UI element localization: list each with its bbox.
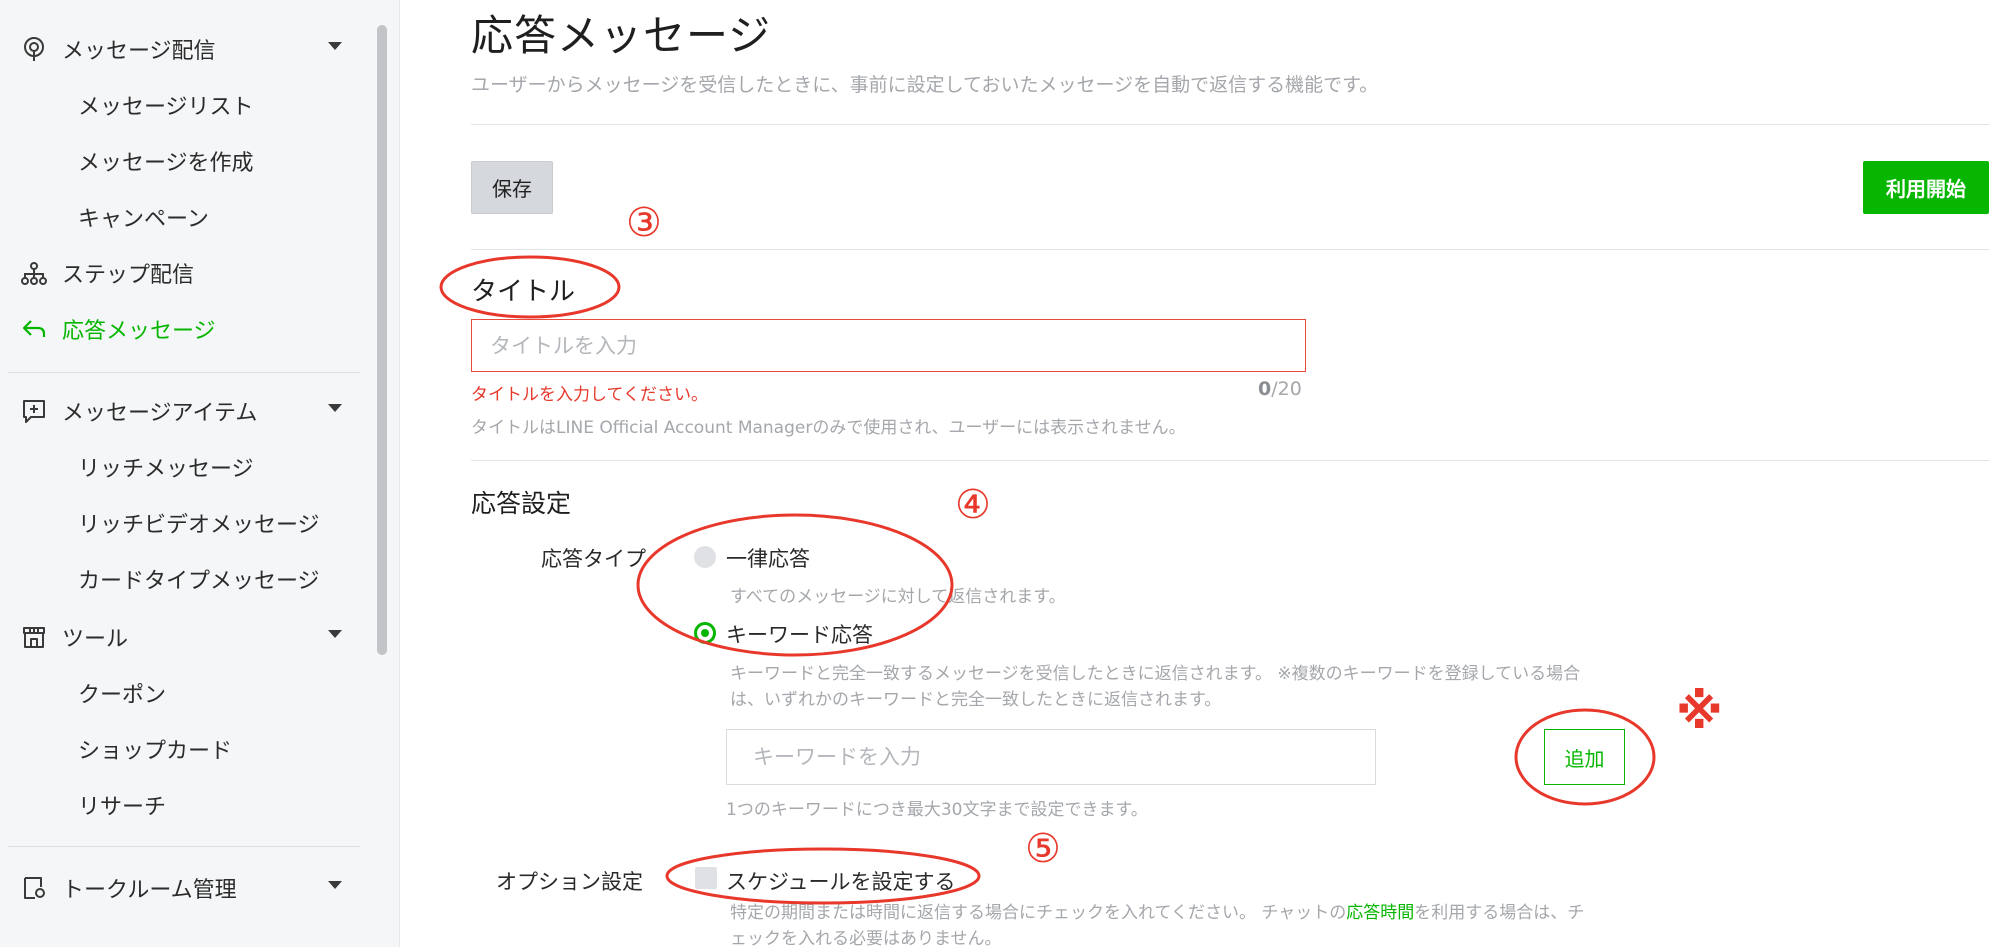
radio-all-reply[interactable] <box>694 546 716 568</box>
schedule-desc-text: を利用する場合は、チ <box>1414 903 1585 923</box>
sidebar-item-label: メッセージリスト <box>78 95 254 120</box>
sidebar-item-campaign[interactable]: キャンペーン <box>78 195 209 239</box>
sidebar-divider <box>8 372 360 373</box>
title-error: タイトルを入力してください。 <box>471 385 708 405</box>
annotation-note-mark: ※ <box>1676 684 1723 740</box>
sidebar-item-research[interactable]: リサーチ <box>78 783 166 827</box>
page-title: 応答メッセージ <box>471 11 772 60</box>
sidebar-item-label: 応答メッセージ <box>62 319 216 344</box>
sidebar-scrollbar[interactable] <box>377 25 387 655</box>
sidebar-item-rich-video[interactable]: リッチビデオメッセージ <box>78 501 320 545</box>
sidebar-item-tools[interactable]: ツール <box>20 615 342 659</box>
title-char-count: 0/20 <box>1258 378 1302 400</box>
count-max: /20 <box>1271 378 1302 400</box>
broadcast-icon <box>20 35 48 63</box>
sidebar-item-label: ステップ配信 <box>62 263 195 288</box>
title-hint: タイトルはLINE Official Account Managerのみで使用さ… <box>471 418 1186 438</box>
sidebar-item-label: メッセージを作成 <box>78 151 254 176</box>
schedule-checkbox[interactable] <box>695 867 717 889</box>
schedule-desc: 特定の期間または時間に返信する場合にチェックを入れてください。 チャットの応答時… <box>730 898 1584 923</box>
sidebar-item-shop-card[interactable]: ショップカード <box>78 727 232 771</box>
start-button[interactable]: 利用開始 <box>1863 161 1989 214</box>
reply-time-link[interactable]: 応答時間 <box>1346 903 1414 923</box>
sidebar-item-card-type[interactable]: カードタイプメッセージ <box>78 557 320 601</box>
chat-settings-icon <box>20 874 48 902</box>
title-input[interactable] <box>471 319 1306 372</box>
save-button[interactable]: 保存 <box>471 161 553 214</box>
sidebar-item-rich-message[interactable]: リッチメッセージ <box>78 445 254 489</box>
option-keyword-label[interactable]: キーワード応答 <box>726 619 873 649</box>
option-keyword-desc: は、いずれかのキーワードと完全一致したときに返信されます。 <box>730 690 1222 710</box>
add-keyword-button[interactable]: 追加 <box>1544 729 1625 785</box>
sidebar-item-label: キャンペーン <box>78 207 209 232</box>
page-description: ユーザーからメッセージを受信したときに、事前に設定しておいたメッセージを自動で返… <box>471 74 1379 96</box>
sidebar-item-step-delivery[interactable]: ステップ配信 <box>20 251 194 295</box>
sidebar-item-label: ショップカード <box>78 739 233 764</box>
keyword-hint: 1つのキーワードにつき最大30文字まで設定できます。 <box>726 800 1148 820</box>
schedule-label[interactable]: スケジュールを設定する <box>726 866 956 896</box>
sidebar-item-coupon[interactable]: クーポン <box>78 671 166 715</box>
chevron-down-icon[interactable] <box>328 42 342 50</box>
chevron-down-icon[interactable] <box>328 881 342 889</box>
sidebar-item-label: カードタイプメッセージ <box>78 569 320 594</box>
reply-icon <box>20 315 48 343</box>
sidebar-item-message-delivery[interactable]: メッセージ配信 <box>20 27 342 71</box>
divider <box>471 460 1989 461</box>
title-heading: タイトル <box>471 277 576 307</box>
reply-type-label: 応答タイプ <box>541 547 646 571</box>
count-current: 0 <box>1258 378 1272 400</box>
option-all-desc: すべてのメッセージに対して返信されます。 <box>730 587 1066 607</box>
sidebar-item-label: リサーチ <box>78 795 167 820</box>
sidebar-divider <box>8 846 360 847</box>
store-icon <box>20 623 48 651</box>
annotation-number-3: ③ <box>626 200 662 246</box>
reply-settings-heading: 応答設定 <box>471 489 572 518</box>
sidebar-item-message-items[interactable]: メッセージアイテム <box>20 389 342 433</box>
add-box-icon <box>20 397 48 425</box>
sidebar-item-chat-room[interactable]: トークルーム管理 <box>20 866 342 910</box>
chevron-down-icon[interactable] <box>328 630 342 638</box>
schedule-desc: ェックを入れる必要はありません。 <box>730 929 1002 947</box>
option-all-label[interactable]: 一律応答 <box>726 543 810 573</box>
sidebar-item-label: メッセージアイテム <box>62 401 258 426</box>
sidebar-item-auto-reply[interactable]: 応答メッセージ <box>20 307 216 351</box>
keyword-input[interactable] <box>726 729 1376 785</box>
radio-keyword-reply[interactable] <box>694 622 716 644</box>
option-settings-label: オプション設定 <box>496 870 643 894</box>
hierarchy-icon <box>20 259 48 287</box>
sidebar-item-message-list[interactable]: メッセージリスト <box>78 83 254 127</box>
sidebar-item-label: ツール <box>62 627 129 652</box>
option-keyword-desc: キーワードと完全一致するメッセージを受信したときに返信されます。 ※複数のキーワ… <box>730 664 1581 684</box>
sidebar-item-label: クーポン <box>78 683 167 708</box>
divider <box>471 249 1989 250</box>
sidebar: メッセージ配信 メッセージリスト メッセージを作成 キャンペーン ステップ配信 … <box>0 0 400 947</box>
main-content: 応答メッセージ ユーザーからメッセージを受信したときに、事前に設定しておいたメッ… <box>400 0 1999 947</box>
annotation-number-4: ④ <box>955 482 991 528</box>
schedule-desc-text: 特定の期間または時間に返信する場合にチェックを入れてください。 チャットの <box>730 903 1347 923</box>
chevron-down-icon[interactable] <box>328 404 342 412</box>
sidebar-item-create-message[interactable]: メッセージを作成 <box>78 139 254 183</box>
sidebar-item-label: メッセージ配信 <box>62 39 216 64</box>
sidebar-item-label: リッチビデオメッセージ <box>78 513 320 538</box>
divider <box>471 124 1989 125</box>
sidebar-item-label: リッチメッセージ <box>78 457 254 482</box>
annotation-number-5: ⑤ <box>1025 826 1061 872</box>
sidebar-item-label: トークルーム管理 <box>62 878 237 903</box>
